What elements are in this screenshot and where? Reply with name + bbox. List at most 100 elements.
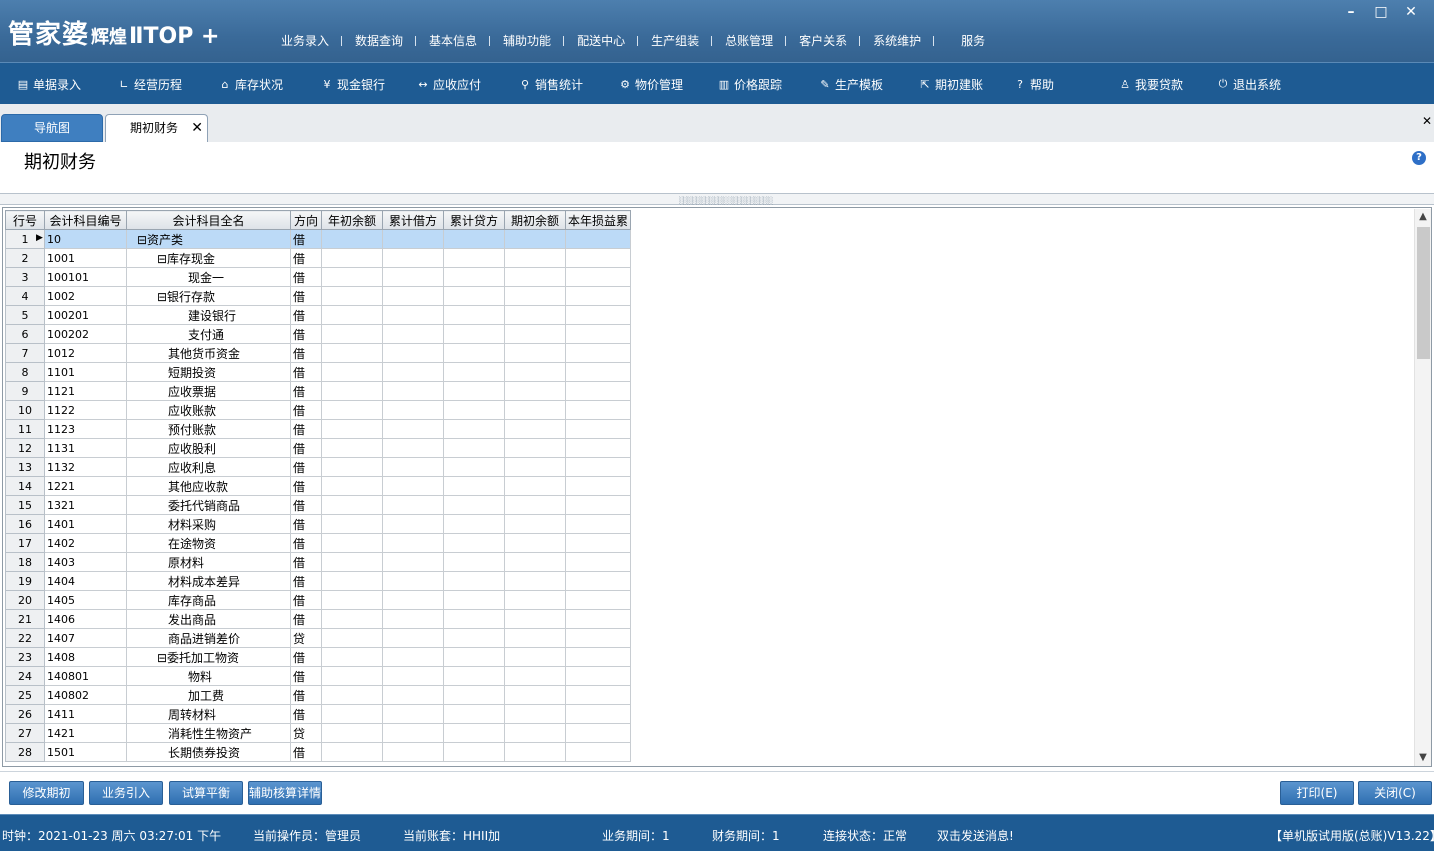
opening-balance-cell[interactable] — [504, 552, 566, 572]
toolbar-item[interactable]: ⚲ 销售统计 — [518, 75, 583, 93]
year-start-balance-cell[interactable] — [321, 305, 383, 325]
top-menu-item[interactable]: 系统维护 — [860, 32, 935, 50]
year-start-balance-cell[interactable] — [321, 286, 383, 306]
opening-balance-cell[interactable] — [504, 267, 566, 287]
year-start-balance-cell[interactable] — [321, 704, 383, 724]
close-button[interactable]: 关闭(C) — [1358, 781, 1432, 805]
table-row[interactable]: 14 1221 其他应收款借 — [5, 476, 632, 496]
modify-opening-button[interactable]: 修改期初 — [9, 781, 84, 805]
opening-balance-cell[interactable] — [504, 495, 566, 515]
year-start-balance-cell[interactable] — [321, 343, 383, 363]
opening-balance-cell[interactable] — [504, 704, 566, 724]
aux-accounting-detail-button[interactable]: 辅助核算详情 — [248, 781, 322, 805]
cum-credit-cell[interactable] — [443, 571, 505, 591]
top-menu-item[interactable]: 生产组装 — [638, 32, 713, 50]
tab-nav-map[interactable]: 导航图 — [1, 114, 103, 142]
ytd-profit-loss-cell[interactable] — [564, 343, 632, 363]
opening-balance-cell[interactable] — [504, 286, 566, 306]
print-button[interactable]: 打印(E) — [1280, 781, 1354, 805]
year-start-balance-cell[interactable] — [321, 476, 383, 496]
column-header[interactable]: 累计贷方 — [443, 210, 505, 230]
panel-splitter[interactable]: ░░░░░░░░░░░ ░░░░░░░░░░ — [0, 193, 1434, 205]
cum-debit-cell[interactable] — [382, 457, 444, 477]
cum-debit-cell[interactable] — [382, 571, 444, 591]
column-header[interactable]: 年初余额 — [321, 210, 383, 230]
cum-credit-cell[interactable] — [443, 381, 505, 401]
year-start-balance-cell[interactable] — [321, 419, 383, 439]
table-row[interactable]: 1 ▶ 10 ⊟资产类借 — [5, 229, 632, 249]
ytd-profit-loss-cell[interactable] — [564, 609, 632, 629]
top-menu-item[interactable]: 总账管理 — [712, 32, 787, 50]
cum-credit-cell[interactable] — [443, 704, 505, 724]
opening-balance-cell[interactable] — [504, 248, 566, 268]
trial-balance-button[interactable]: 试算平衡 — [169, 781, 243, 805]
tab-close-icon[interactable]: ✕ — [191, 115, 203, 141]
opening-balance-cell[interactable] — [504, 305, 566, 325]
year-start-balance-cell[interactable] — [321, 609, 383, 629]
cum-credit-cell[interactable] — [443, 723, 505, 743]
top-menu-item[interactable]: 辅助功能 — [490, 32, 565, 50]
table-row[interactable]: 25 140802 加工费借 — [5, 685, 632, 705]
cum-debit-cell[interactable] — [382, 533, 444, 553]
table-row[interactable]: 26 1411 周转材料借 — [5, 704, 632, 724]
year-start-balance-cell[interactable] — [321, 514, 383, 534]
year-start-balance-cell[interactable] — [321, 381, 383, 401]
ytd-profit-loss-cell[interactable] — [564, 267, 632, 287]
column-header[interactable]: 会计科目编号 — [44, 210, 127, 230]
toolbar-item[interactable]: ⌂ 库存状况 — [218, 75, 284, 93]
cum-credit-cell[interactable] — [443, 324, 505, 344]
opening-balance-cell[interactable] — [504, 647, 566, 667]
year-start-balance-cell[interactable] — [321, 248, 383, 268]
cum-credit-cell[interactable] — [443, 628, 505, 648]
column-header[interactable]: 行号 — [5, 210, 45, 230]
table-row[interactable]: 27 1421 消耗性生物资产贷 — [5, 723, 632, 743]
cum-debit-cell[interactable] — [382, 647, 444, 667]
vertical-scrollbar[interactable]: ▲ ▼ — [1414, 209, 1431, 766]
ytd-profit-loss-cell[interactable] — [564, 457, 632, 477]
opening-balance-cell[interactable] — [504, 685, 566, 705]
column-header[interactable]: 会计科目全名 — [126, 210, 291, 230]
ytd-profit-loss-cell[interactable] — [564, 286, 632, 306]
table-row[interactable]: 11 1123 预付账款借 — [5, 419, 632, 439]
opening-balance-cell[interactable] — [504, 324, 566, 344]
cum-credit-cell[interactable] — [443, 343, 505, 363]
opening-balance-cell[interactable] — [504, 419, 566, 439]
table-row[interactable]: 6 100202 支付通借 — [5, 324, 632, 344]
opening-balance-cell[interactable] — [504, 571, 566, 591]
table-row[interactable]: 2 1001 ⊟库存现金借 — [5, 248, 632, 268]
table-row[interactable]: 24 140801 物料借 — [5, 666, 632, 686]
cum-credit-cell[interactable] — [443, 248, 505, 268]
cum-debit-cell[interactable] — [382, 476, 444, 496]
table-row[interactable]: 4 1002 ⊟银行存款借 — [5, 286, 632, 306]
ytd-profit-loss-cell[interactable] — [564, 381, 632, 401]
cum-debit-cell[interactable] — [382, 590, 444, 610]
opening-balance-cell[interactable] — [504, 533, 566, 553]
ytd-profit-loss-cell[interactable] — [564, 305, 632, 325]
opening-balance-cell[interactable] — [504, 476, 566, 496]
year-start-balance-cell[interactable] — [321, 362, 383, 382]
cum-debit-cell[interactable] — [382, 609, 444, 629]
table-row[interactable]: 3 100101 现金一借 — [5, 267, 632, 287]
table-row[interactable]: 12 1131 应收股利借 — [5, 438, 632, 458]
opening-balance-cell[interactable] — [504, 400, 566, 420]
toolbar-item[interactable]: ▤ 单据录入 — [16, 75, 81, 93]
cum-debit-cell[interactable] — [382, 362, 444, 382]
year-start-balance-cell[interactable] — [321, 324, 383, 344]
ytd-profit-loss-cell[interactable] — [564, 438, 632, 458]
tab-opening-finance[interactable]: 期初财务 ✕ — [105, 114, 208, 142]
cum-debit-cell[interactable] — [382, 286, 444, 306]
cum-credit-cell[interactable] — [443, 609, 505, 629]
year-start-balance-cell[interactable] — [321, 685, 383, 705]
scroll-up-icon[interactable]: ▲ — [1415, 209, 1431, 225]
cum-credit-cell[interactable] — [443, 514, 505, 534]
cum-debit-cell[interactable] — [382, 343, 444, 363]
toolbar-item[interactable]: ∟ 经营历程 — [117, 75, 182, 93]
table-row[interactable]: 18 1403 原材料借 — [5, 552, 632, 572]
cum-credit-cell[interactable] — [443, 666, 505, 686]
ytd-profit-loss-cell[interactable] — [564, 666, 632, 686]
toolbar-item[interactable]: ✎ 生产模板 — [818, 75, 883, 93]
year-start-balance-cell[interactable] — [321, 723, 383, 743]
year-start-balance-cell[interactable] — [321, 533, 383, 553]
ytd-profit-loss-cell[interactable] — [564, 704, 632, 724]
toolbar-item[interactable]: ♙ 我要贷款 — [1118, 75, 1183, 93]
